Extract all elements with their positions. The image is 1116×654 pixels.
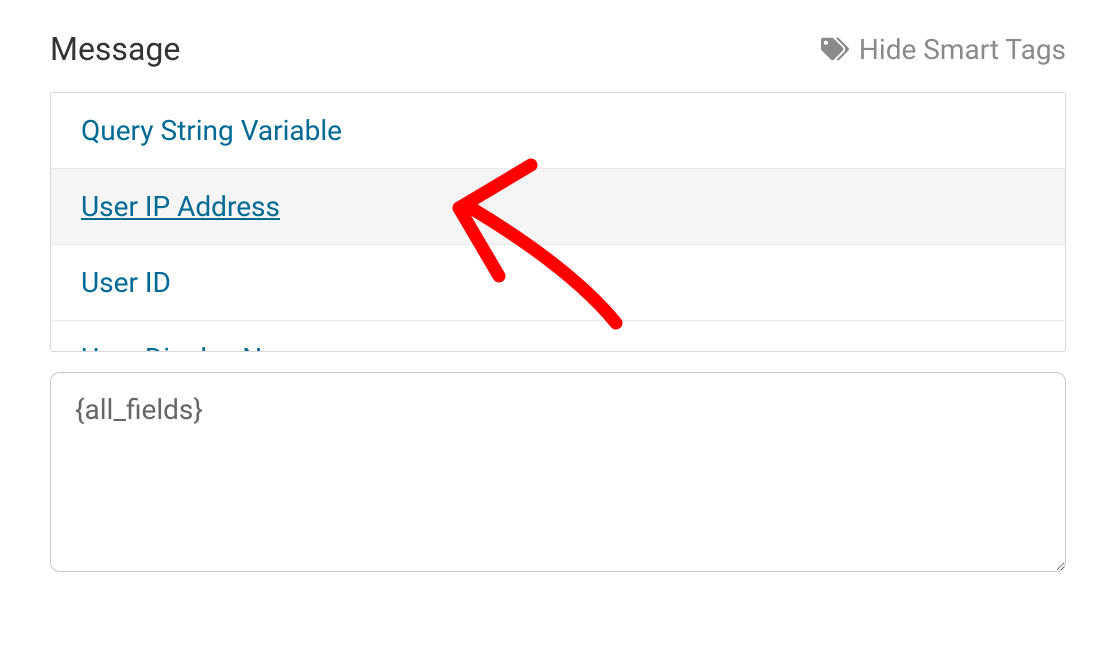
hide-smart-tags-label: Hide Smart Tags — [859, 33, 1066, 66]
smart-tag-item[interactable]: Query String Variable — [51, 93, 1065, 169]
smart-tags-panel: Query String Variable User IP Address Us… — [50, 92, 1066, 352]
smart-tag-item[interactable]: User ID — [51, 245, 1065, 321]
hide-smart-tags-toggle[interactable]: Hide Smart Tags — [821, 33, 1066, 66]
smart-tag-label: User ID — [81, 266, 171, 299]
smart-tag-label: Query String Variable — [81, 114, 342, 147]
section-title: Message — [50, 30, 180, 68]
smart-tag-label: User Display Name — [81, 342, 317, 352]
tags-icon — [821, 35, 849, 63]
message-textarea-container — [50, 372, 1066, 576]
message-textarea[interactable] — [50, 372, 1066, 572]
smart-tag-item[interactable]: User Display Name — [51, 321, 1065, 352]
message-header: Message Hide Smart Tags — [50, 30, 1066, 68]
smart-tag-item[interactable]: User IP Address — [51, 169, 1065, 245]
smart-tag-label: User IP Address — [81, 190, 280, 223]
